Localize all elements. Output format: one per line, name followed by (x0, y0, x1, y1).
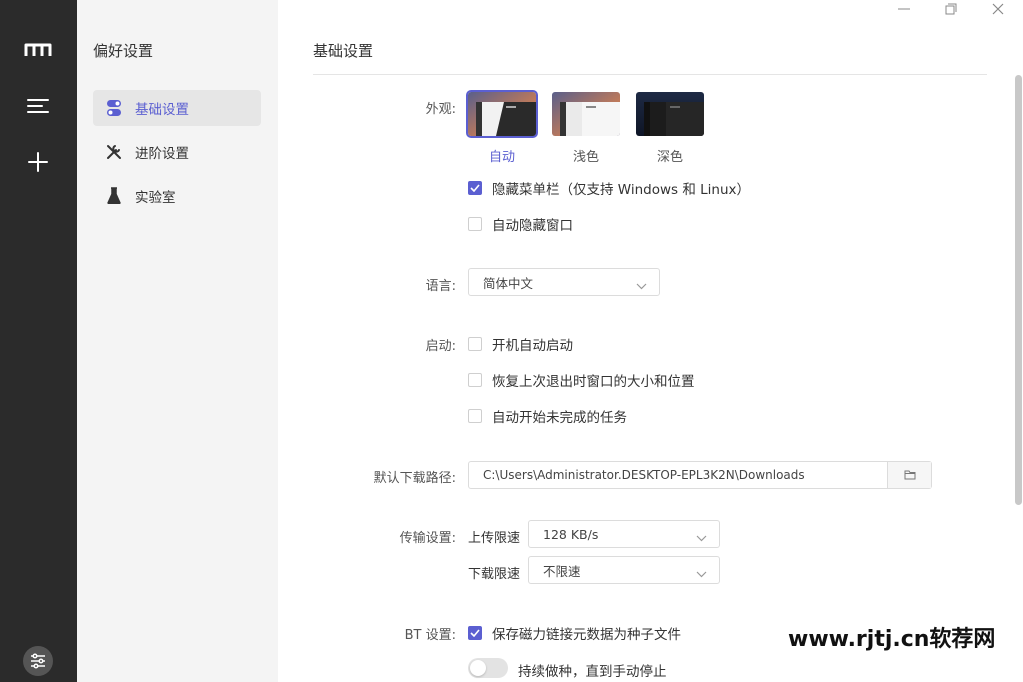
chevron-down-icon (696, 566, 707, 581)
theme-dark-label: 深色 (656, 150, 683, 165)
sidebar-item-lab[interactable]: 实验室 (93, 178, 261, 214)
resume-tasks-option[interactable]: 自动开始未完成的任务 (468, 406, 627, 426)
toggle-icon (105, 99, 123, 117)
sidebar-item-advanced[interactable]: 进阶设置 (93, 134, 261, 170)
download-limit-label: 下载限速 (468, 567, 521, 582)
upload-limit-select[interactable]: 128 KB/s (528, 520, 720, 548)
theme-dark-card[interactable] (636, 92, 704, 136)
tools-icon (105, 143, 123, 161)
page-title: 基础设置 (313, 42, 374, 60)
title-divider (313, 74, 987, 75)
save-magnet-checkbox[interactable] (468, 626, 482, 640)
folder-icon[interactable] (887, 462, 931, 488)
auto-hide-window-label: 自动隐藏窗口 (492, 218, 573, 234)
preferences-icon[interactable] (23, 646, 53, 676)
transfer-label: 传输设置: (399, 531, 456, 546)
download-path-field (468, 461, 932, 489)
watermark: www.rjtj.cn软荐网 (788, 627, 996, 652)
download-limit-select[interactable]: 不限速 (528, 556, 720, 584)
startup-label: 启动: (425, 339, 456, 354)
auto-launch-option[interactable]: 开机自动启动 (468, 334, 573, 354)
save-magnet-label: 保存磁力链接元数据为种子文件 (492, 627, 681, 643)
upload-limit-label: 上传限速 (468, 531, 521, 546)
sidebar-item-label: 基础设置 (135, 102, 189, 118)
keep-seeding-toggle[interactable] (468, 658, 508, 678)
restore-window-option[interactable]: 恢复上次退出时窗口的大小和位置 (468, 370, 695, 390)
auto-hide-window-checkbox[interactable] (468, 217, 482, 231)
auto-launch-label: 开机自动启动 (492, 338, 573, 354)
restore-window-checkbox[interactable] (468, 373, 482, 387)
theme-auto-card[interactable] (466, 90, 538, 138)
save-magnet-option[interactable]: 保存磁力链接元数据为种子文件 (468, 623, 681, 643)
sidebar-title: 偏好设置 (93, 42, 154, 60)
language-value: 简体中文 (483, 275, 534, 291)
scrollbar[interactable] (1015, 75, 1022, 505)
resume-tasks-checkbox[interactable] (468, 409, 482, 423)
menu-icon[interactable] (18, 86, 58, 126)
sidebar-item-basic[interactable]: 基础设置 (93, 90, 261, 126)
upload-limit-value: 128 KB/s (543, 526, 599, 542)
hide-menubar-option[interactable]: 隐藏菜单栏（仅支持 Windows 和 Linux） (468, 178, 750, 198)
flask-icon (105, 187, 123, 205)
sidebar-item-label: 实验室 (135, 190, 176, 206)
theme-light-label: 浅色 (572, 150, 599, 165)
chevron-down-icon (636, 278, 647, 293)
add-task-icon[interactable] (18, 142, 58, 182)
preferences-sidebar: 偏好设置 基础设置 进阶设置 实验室 (77, 0, 278, 682)
maximize-icon[interactable] (936, 0, 966, 18)
close-icon[interactable] (983, 0, 1013, 18)
minimize-icon[interactable] (889, 0, 919, 18)
theme-auto-label: 自动 (488, 150, 515, 165)
hide-menubar-checkbox[interactable] (468, 181, 482, 195)
auto-launch-checkbox[interactable] (468, 337, 482, 351)
auto-hide-window-option[interactable]: 自动隐藏窗口 (468, 214, 573, 234)
restore-window-label: 恢复上次退出时窗口的大小和位置 (492, 374, 695, 390)
download-path-input[interactable] (469, 462, 889, 488)
sidebar-item-label: 进阶设置 (135, 146, 189, 162)
download-limit-value: 不限速 (543, 563, 581, 579)
keep-seeding-label: 持续做种，直到手动停止 (518, 664, 667, 680)
toggle-knob (470, 660, 486, 676)
download-path-label: 默认下载路径: (373, 471, 456, 486)
hide-menubar-label: 隐藏菜单栏（仅支持 Windows 和 Linux） (492, 182, 751, 198)
app-rail (0, 0, 77, 682)
chevron-down-icon (696, 530, 707, 545)
resume-tasks-label: 自动开始未完成的任务 (492, 410, 627, 426)
app-logo-icon[interactable] (18, 30, 58, 70)
appearance-label: 外观: (425, 102, 456, 117)
language-select[interactable]: 简体中文 (468, 268, 660, 296)
theme-light-card[interactable] (552, 92, 620, 136)
bt-label: BT 设置: (404, 628, 456, 643)
language-label: 语言: (425, 279, 456, 294)
